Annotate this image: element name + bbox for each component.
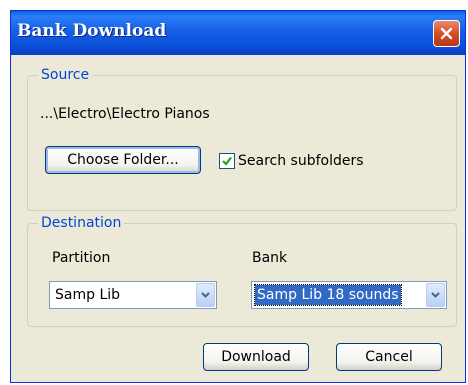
source-group: Source ...\Electro\Electro Pianos Choose… — [27, 66, 457, 211]
search-subfolders-checkbox[interactable] — [219, 153, 235, 169]
window-title: Bank Download — [17, 21, 167, 41]
partition-dropdown-button[interactable] — [196, 283, 215, 307]
search-subfolders-label[interactable]: Search subfolders — [238, 153, 364, 169]
partition-value: Samp Lib — [55, 287, 121, 303]
partition-select[interactable]: Samp Lib — [49, 281, 217, 309]
bank-label: Bank — [252, 250, 288, 266]
bank-value: Samp Lib 18 sounds — [254, 284, 402, 306]
bank-dropdown-button[interactable] — [426, 283, 445, 307]
destination-group: Destination Partition Bank Samp Lib Samp… — [27, 214, 457, 327]
source-legend: Source — [38, 66, 93, 84]
partition-label: Partition — [52, 250, 111, 266]
source-path: ...\Electro\Electro Pianos — [40, 106, 210, 122]
download-button[interactable]: Download — [203, 343, 309, 371]
close-icon — [440, 27, 453, 40]
bank-download-dialog: Bank Download Source ...\Electro\Electro… — [10, 10, 466, 383]
destination-legend: Destination — [38, 214, 125, 232]
title-bar[interactable]: Bank Download — [11, 11, 465, 55]
checkmark-icon — [222, 156, 232, 166]
chevron-down-icon — [201, 292, 210, 298]
choose-folder-button[interactable]: Choose Folder... — [45, 146, 201, 174]
chevron-down-icon — [431, 292, 440, 298]
cancel-button[interactable]: Cancel — [336, 343, 442, 371]
bank-select[interactable]: Samp Lib 18 sounds — [251, 281, 447, 309]
close-button[interactable] — [433, 20, 460, 47]
